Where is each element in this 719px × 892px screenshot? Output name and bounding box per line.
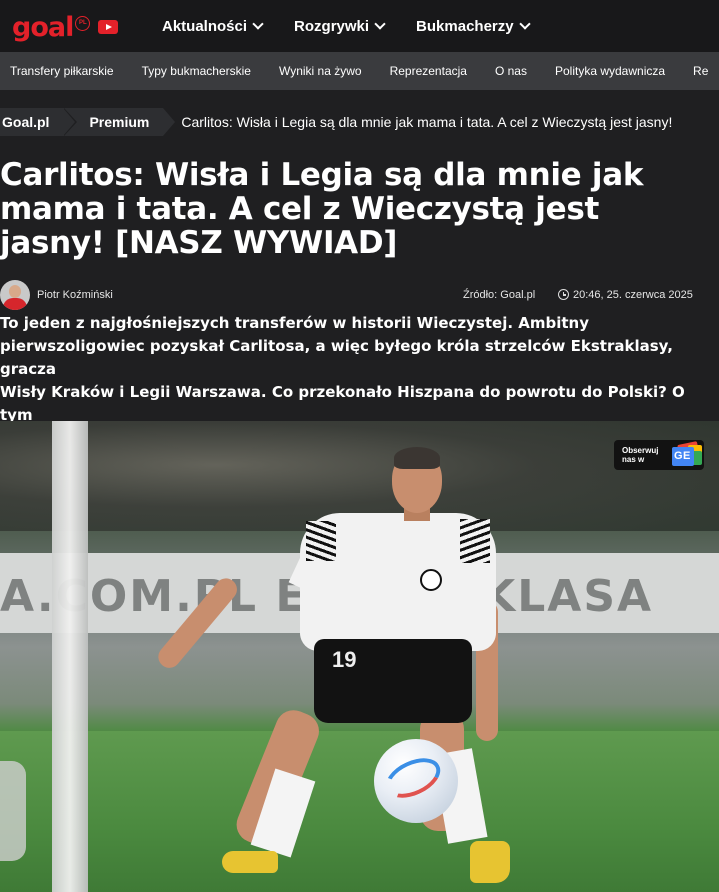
breadcrumb-section[interactable]: Premium [63, 108, 178, 136]
nav-item-label: Rozgrywki [294, 17, 370, 35]
breadcrumb-home-label: Goal.pl [2, 114, 50, 130]
breadcrumb: Goal.pl Premium Carlitos: Wisła i Legia … [0, 108, 719, 136]
breadcrumb-section-label: Premium [89, 114, 150, 130]
goal-post [52, 421, 88, 892]
nav-item-rozgrywki[interactable]: Rozgrywki [294, 17, 386, 35]
subnav-item-o-nas[interactable]: O nas [495, 64, 527, 78]
subnav-item-truncated[interactable]: Re [693, 64, 708, 78]
legia-crest-icon [420, 569, 442, 591]
author-name[interactable]: Piotr Koźmiński [37, 289, 113, 301]
subnav-item-transfery[interactable]: Transfery piłkarskie [10, 64, 114, 78]
subnav-item-typy[interactable]: Typy bukmacherskie [142, 64, 251, 78]
article-source: Źródło: Goal.pl [463, 289, 536, 301]
google-news-icon: GE [672, 441, 702, 468]
breadcrumb-home[interactable]: Goal.pl [0, 108, 78, 136]
clock-icon [558, 289, 569, 300]
article-hero-image: A.COM.PL EKSTRAKLASA 19 [0, 421, 719, 892]
main-nav: Aktualności Rozgrywki Bukmacherzy [162, 0, 561, 52]
subnav-item-reprezentacja[interactable]: Reprezentacja [390, 64, 467, 78]
logo-text: goal [12, 11, 74, 43]
subnav-item-polityka[interactable]: Polityka wydawnicza [555, 64, 665, 78]
chevron-down-icon [374, 18, 386, 30]
goal-logo[interactable]: goal PL [12, 11, 119, 43]
pitch [0, 731, 719, 892]
google-news-icon-label: GE [674, 450, 691, 462]
google-news-follow-button[interactable]: Obserwuj nas w GE [614, 440, 704, 470]
article-byline: Piotr Koźmiński Źródło: Goal.pl 20:46, 2… [0, 279, 719, 311]
logo-pl-badge: PL [75, 15, 91, 31]
breadcrumb-current-label: Carlitos: Wisła i Legia są dla mnie jak … [181, 114, 673, 130]
article-datetime: 20:46, 25. czerwca 2025 [573, 289, 693, 301]
nav-item-bukmacherzy[interactable]: Bukmacherzy [416, 17, 531, 35]
chevron-down-icon [252, 18, 264, 30]
breadcrumb-arrow [63, 108, 76, 136]
goalkeeper-glove [0, 761, 26, 861]
nav-item-aktualnosci[interactable]: Aktualności [162, 17, 264, 35]
nav-item-label: Aktualności [162, 17, 248, 35]
top-bar: goal PL Aktualności Rozgrywki Bukmacherz… [0, 0, 719, 52]
shirt-number: 19 [332, 647, 357, 672]
football [374, 739, 458, 823]
subnav-item-wyniki[interactable]: Wyniki na żywo [279, 64, 362, 78]
chevron-down-icon [518, 18, 531, 30]
breadcrumb-arrow [163, 108, 176, 136]
author-avatar[interactable] [0, 280, 30, 310]
follow-label: Obserwuj nas w [622, 446, 659, 464]
breadcrumb-current: Carlitos: Wisła i Legia są dla mnie jak … [163, 108, 672, 136]
secondary-nav: Transfery piłkarskie Typy bukmacherskie … [0, 52, 719, 90]
nav-item-label: Bukmacherzy [416, 17, 514, 35]
article-title: Carlitos: Wisła i Legia są dla mnie jak … [0, 157, 644, 261]
youtube-icon[interactable] [98, 20, 119, 34]
